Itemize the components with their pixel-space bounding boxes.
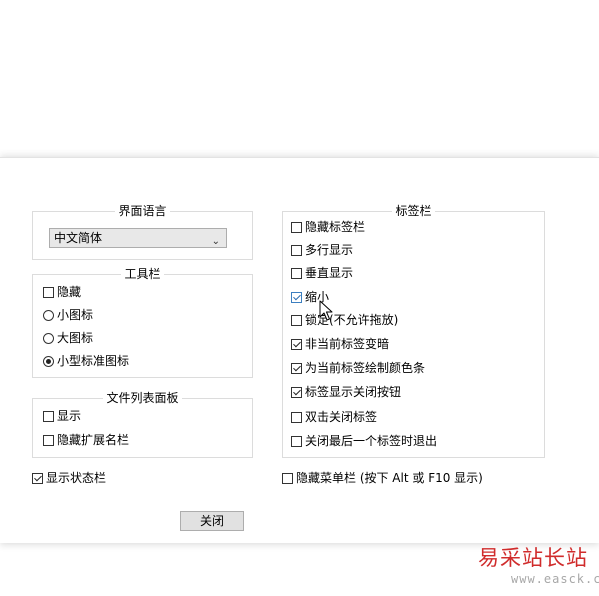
status-bar-label: 显示状态栏 bbox=[46, 471, 107, 485]
checkbox-box bbox=[32, 472, 43, 484]
file-list-group-title: 文件列表面板 bbox=[103, 391, 182, 405]
mouse-pointer-icon bbox=[319, 300, 333, 321]
toolbar-group-title: 工具栏 bbox=[121, 267, 164, 281]
toolbar-radio-label: 小图标 bbox=[57, 308, 94, 322]
checkbox-box bbox=[291, 221, 302, 233]
toolbar-hide-label: 隐藏 bbox=[57, 285, 82, 299]
language-select[interactable]: 中文简体 ⌄ bbox=[49, 228, 227, 248]
tab-color-bar-checkbox[interactable]: 为当前标签绘制颜色条 bbox=[291, 359, 425, 377]
close-button-label: 关闭 bbox=[199, 514, 224, 528]
tab-multiline-checkbox[interactable]: 多行显示 bbox=[291, 241, 353, 259]
file-list-show-label: 显示 bbox=[57, 409, 82, 423]
checkbox-box bbox=[291, 362, 302, 374]
checkbox-box bbox=[291, 244, 302, 256]
file-list-group: 文件列表面板 显示 隐藏扩展名栏 bbox=[32, 391, 253, 458]
tab-option-label: 垂直显示 bbox=[305, 266, 354, 280]
tab-hide-tabbar-checkbox[interactable]: 隐藏标签栏 bbox=[291, 218, 365, 236]
toolbar-hide-checkbox[interactable]: 隐藏 bbox=[43, 283, 81, 301]
checkbox-box bbox=[43, 286, 54, 298]
checkbox-box bbox=[291, 267, 302, 279]
checkbox-box bbox=[282, 472, 293, 484]
status-bar-checkbox[interactable]: 显示状态栏 bbox=[32, 469, 106, 487]
tab-exit-on-last-checkbox[interactable]: 关闭最后一个标签时退出 bbox=[291, 432, 437, 450]
checkbox-box bbox=[291, 435, 302, 447]
tab-option-label: 隐藏标签栏 bbox=[305, 220, 366, 234]
tab-option-label: 双击关闭标签 bbox=[305, 410, 378, 424]
tab-close-button-checkbox[interactable]: 标签显示关闭按钮 bbox=[291, 383, 401, 401]
close-button[interactable]: 关闭 bbox=[180, 511, 244, 531]
toolbar-group: 工具栏 隐藏 小图标 大图标 小型标准图标 bbox=[32, 267, 253, 378]
watermark-url: www.easck.com bbox=[511, 572, 599, 586]
checkbox-box bbox=[291, 291, 302, 303]
chevron-down-icon: ⌄ bbox=[211, 236, 220, 247]
radio-button bbox=[43, 355, 54, 367]
language-group-title: 界面语言 bbox=[115, 204, 170, 218]
language-select-value: 中文简体 bbox=[54, 231, 103, 245]
checkbox-box bbox=[43, 434, 54, 446]
page: 界面语言 中文简体 ⌄ 工具栏 隐藏 小图标 大图标 小型标准图标 文件列表面板… bbox=[0, 0, 599, 596]
file-list-hide-ext-label: 隐藏扩展名栏 bbox=[57, 433, 130, 447]
checkbox-box bbox=[291, 338, 302, 350]
toolbar-radio-small-standard-icons[interactable]: 小型标准图标 bbox=[43, 352, 129, 370]
checkbox-box bbox=[291, 411, 302, 423]
radio-button bbox=[43, 332, 54, 344]
tab-option-label: 关闭最后一个标签时退出 bbox=[305, 434, 438, 448]
checkbox-box bbox=[43, 410, 54, 422]
tab-bar-group-title: 标签栏 bbox=[392, 204, 435, 218]
toolbar-radio-label: 小型标准图标 bbox=[57, 354, 130, 368]
tab-option-label: 标签显示关闭按钮 bbox=[305, 385, 402, 399]
tab-vertical-checkbox[interactable]: 垂直显示 bbox=[291, 264, 353, 282]
tab-dblclick-close-checkbox[interactable]: 双击关闭标签 bbox=[291, 408, 377, 426]
toolbar-radio-label: 大图标 bbox=[57, 331, 94, 345]
tab-bar-group: 标签栏 隐藏标签栏 多行显示 垂直显示 缩小 锁定(不允许拖放) 非当前标签变暗… bbox=[282, 204, 545, 458]
tab-option-label: 非当前标签变暗 bbox=[305, 337, 390, 351]
checkbox-box bbox=[291, 386, 302, 398]
toolbar-radio-small-icons[interactable]: 小图标 bbox=[43, 306, 93, 324]
tab-option-label: 多行显示 bbox=[305, 243, 354, 257]
radio-button bbox=[43, 309, 54, 321]
file-list-hide-ext-checkbox[interactable]: 隐藏扩展名栏 bbox=[43, 431, 129, 449]
checkbox-box bbox=[291, 314, 302, 326]
toolbar-radio-large-icons[interactable]: 大图标 bbox=[43, 329, 93, 347]
tab-dim-inactive-checkbox[interactable]: 非当前标签变暗 bbox=[291, 335, 389, 353]
hide-menu-bar-label: 隐藏菜单栏 (按下 Alt 或 F10 显示) bbox=[296, 471, 483, 485]
language-group: 界面语言 中文简体 ⌄ bbox=[32, 204, 253, 260]
tab-option-label: 为当前标签绘制颜色条 bbox=[305, 361, 426, 375]
settings-dialog: 界面语言 中文简体 ⌄ 工具栏 隐藏 小图标 大图标 小型标准图标 文件列表面板… bbox=[0, 157, 599, 543]
file-list-show-checkbox[interactable]: 显示 bbox=[43, 407, 81, 425]
tab-lock-checkbox[interactable]: 锁定(不允许拖放) bbox=[291, 311, 398, 329]
watermark-text: 易采站长站 bbox=[478, 546, 588, 570]
hide-menu-bar-checkbox[interactable]: 隐藏菜单栏 (按下 Alt 或 F10 显示) bbox=[282, 469, 483, 487]
watermark: 易采站长站 www.easck.com bbox=[478, 540, 599, 596]
